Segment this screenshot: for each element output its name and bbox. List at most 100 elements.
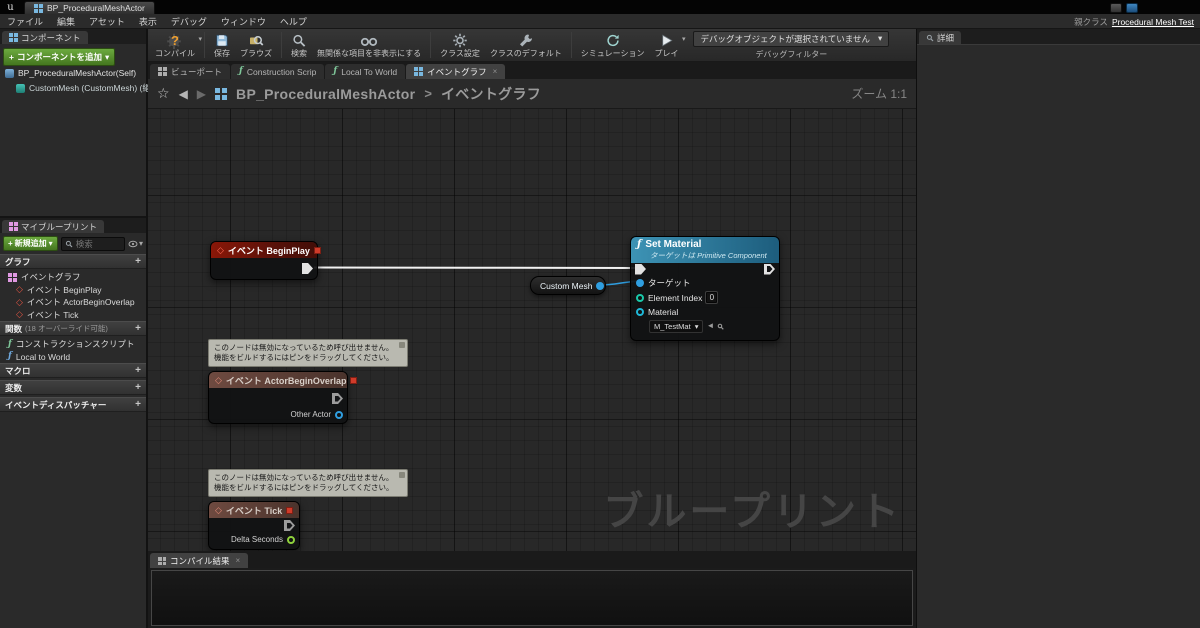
beginplay-node-title: イベント BeginPlay [227,245,310,256]
hide-unrelated-button[interactable]: 無関係な項目を非表示にする [312,29,426,61]
section-dispatchers[interactable]: イベントディスパッチャー + [0,397,146,412]
details-panel: 詳細 [916,29,1200,628]
class-settings-button[interactable]: クラス設定 [435,29,485,61]
debug-object-select[interactable]: デバッグオブジェクトが選択されていません ▾ [693,30,890,47]
section-functions[interactable]: 関数 (18 オーバーライド可能) + [0,321,146,336]
exec-output-pin[interactable] [284,520,295,531]
main-area: ビューポート ƒ Construction Scrip ƒ Local To W… [148,62,916,628]
component-item-self[interactable]: BP_ProceduralMeshActor(Self) [3,66,143,80]
compile-button[interactable]: ? コンパイル ▾ [150,29,202,61]
event-node-icon: ◇ [16,296,23,307]
node-set-material[interactable]: ƒ Set Material ターゲットは Primitive Componen… [630,236,780,341]
menu-view[interactable]: 表示 [132,15,164,28]
tab-local-to-world[interactable]: ƒ Local To World [325,64,406,79]
view-options-button[interactable]: ▾ [128,239,143,248]
add-variable-icon[interactable]: + [135,382,141,393]
tab-construction-script[interactable]: ƒ Construction Scrip [231,64,325,79]
add-new-button[interactable]: + 新規追加 ▾ [3,236,58,251]
custom-mesh-node-label: Custom Mesh [540,280,593,291]
breadcrumb-current[interactable]: イベントグラフ [441,84,541,104]
parent-class-link[interactable]: Procedural Mesh Test [1112,17,1194,27]
tab-components[interactable]: コンポーネント [2,31,88,44]
exec-output-pin[interactable] [764,264,775,275]
titlebar-utility-icon-1[interactable] [1110,3,1122,13]
local-to-world-item[interactable]: ƒ Local to World [0,351,146,364]
material-pin[interactable] [636,307,644,316]
section-variables[interactable]: 変数 + [0,380,146,395]
menu-bar: ファイル 編集 アセット 表示 デバッグ ウィンドウ ヘルプ 親クラス Proc… [0,14,1200,29]
tab-my-blueprint[interactable]: マイブループリント [2,220,104,233]
section-macros[interactable]: マクロ + [0,363,146,378]
class-defaults-button[interactable]: クラスのデフォルト [485,29,567,61]
eventgraph-item[interactable]: イベントグラフ [0,271,146,284]
target-pin[interactable] [636,278,644,287]
node-event-tick[interactable]: ◇ イベント Tick Delta Seconds [208,501,300,550]
menu-file[interactable]: ファイル [0,15,50,28]
exec-input-pin[interactable] [635,264,646,275]
details-body [917,44,1200,628]
add-macro-icon[interactable]: + [135,365,141,376]
chevron-down-icon: ▾ [104,51,110,62]
chevron-down-icon[interactable]: ▾ [682,35,686,43]
left-column: コンポーネント + コンポーネントを追加 ▾ BP_ProceduralMesh… [0,29,162,628]
menu-debug[interactable]: デバッグ [164,15,214,28]
simulation-button[interactable]: シミュレーション [576,29,650,61]
forward-icon[interactable]: ▶ [197,87,206,101]
construction-script-item[interactable]: ƒ コンストラクションスクリプト [0,338,146,351]
node-event-actorbeginoverlap[interactable]: ◇ イベント ActorBeginOverlap Other Actor [208,371,358,424]
exec-output-pin[interactable] [302,263,313,274]
menu-help[interactable]: ヘルプ [273,15,314,28]
menu-window[interactable]: ウィンドウ [214,15,273,28]
element-index-input[interactable]: 0 [705,291,719,304]
blueprint-search-box[interactable] [60,236,125,251]
close-icon[interactable]: × [236,556,241,565]
node-event-beginplay[interactable]: ◇ イベント BeginPlay [210,241,321,280]
other-actor-pin[interactable] [335,410,343,419]
use-selected-asset-icon[interactable]: ◄ [706,322,714,330]
event-beginplay-item[interactable]: ◇ イベント BeginPlay [0,284,146,297]
function-icon: ƒ [239,66,243,76]
component-item-custommesh[interactable]: CustomMesh (CustomMesh) (継承) [3,80,162,96]
add-function-icon[interactable]: + [135,323,141,334]
event-icon: ◇ [215,374,222,385]
browse-asset-icon[interactable] [717,323,725,330]
material-asset-dropdown[interactable]: M_TestMat ▾ [649,319,704,333]
event-tick-item[interactable]: ◇ イベント Tick [0,309,146,322]
menu-asset[interactable]: アセット [82,15,132,28]
event-graph-canvas[interactable]: ◇ イベント BeginPlay Custom Mesh ƒ Set Mater… [148,109,916,551]
play-button[interactable]: プレイ ▾ [649,29,686,61]
tab-event-graph[interactable]: イベントグラフ × [406,64,506,79]
menu-edit[interactable]: 編集 [50,15,82,28]
blueprint-search-input[interactable] [75,238,121,249]
window-tab[interactable]: BP_ProceduralMeshActor [24,1,155,14]
exec-output-pin[interactable] [332,393,343,404]
tab-viewport[interactable]: ビューポート [150,64,231,79]
chevron-down-icon: ▾ [694,321,699,331]
parent-class-label: 親クラス [1074,16,1108,27]
add-dispatcher-icon[interactable]: + [135,399,141,410]
add-graph-icon[interactable]: + [135,256,141,267]
delta-seconds-pin[interactable] [287,535,295,544]
browse-button[interactable]: ブラウズ [235,29,277,61]
find-button[interactable]: 検索 [286,29,312,61]
element-index-pin[interactable] [636,293,644,302]
close-icon[interactable]: × [493,67,498,76]
material-pin-label: Material [648,306,679,317]
chevron-down-icon[interactable]: ▾ [198,35,202,43]
event-actorbeginoverlap-item[interactable]: ◇ イベント ActorBeginOverlap [0,296,146,309]
titlebar-utility-icon-2[interactable] [1126,3,1138,13]
save-button[interactable]: 保存 [209,29,235,61]
section-graphs[interactable]: グラフ + [0,254,146,269]
breadcrumb-root[interactable]: BP_ProceduralMeshActor [236,86,415,102]
compile-results-tab-label: コンパイル結果 [170,555,230,566]
back-icon[interactable]: ◀ [179,87,188,101]
components-tabbar: コンポーネント [0,29,146,44]
add-component-button[interactable]: + コンポーネントを追加 ▾ [3,48,116,66]
favorite-icon[interactable]: ☆ [157,85,170,102]
tab-details[interactable]: 詳細 [919,31,962,44]
tab-compile-results[interactable]: コンパイル結果 × [150,553,249,568]
my-blueprint-panel: マイブループリント + 新規追加 ▾ ▾ グラフ + イベントグラフ [0,218,146,628]
object-output-pin[interactable] [596,281,605,290]
node-custom-mesh-get[interactable]: Custom Mesh [530,276,606,295]
browse-icon [250,36,264,46]
